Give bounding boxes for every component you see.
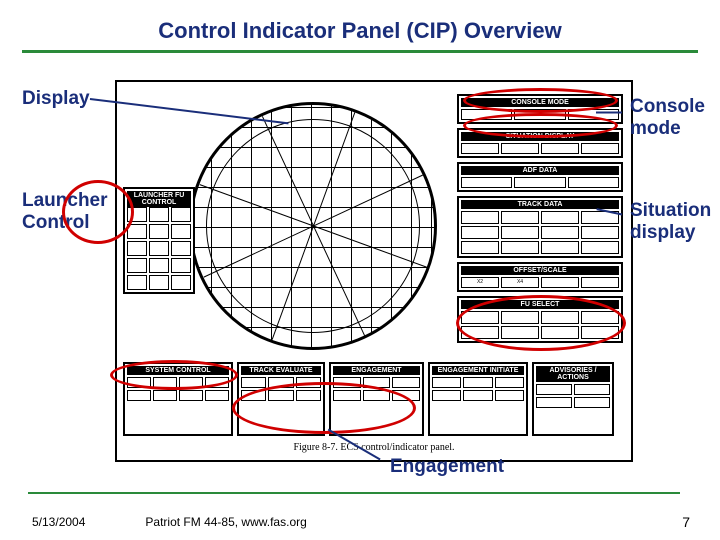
slide-footer: 5/13/2004 Patriot FM 44-85, www.fas.org …	[0, 514, 720, 530]
panel-button	[581, 226, 619, 239]
offset-scale-header: OFFSET/SCALE	[461, 266, 619, 275]
panel-button	[127, 241, 147, 256]
ring-situation-display	[463, 113, 618, 138]
panel-button	[501, 211, 539, 224]
callout-text: display	[630, 222, 695, 243]
adf-data-panel: ADF DATA	[457, 162, 623, 192]
advisories-panel: ADVISORIES / ACTIONS	[532, 362, 614, 436]
panel-button	[461, 241, 499, 254]
panel-button	[581, 241, 619, 254]
panel-button	[149, 207, 169, 222]
panel-button	[171, 258, 191, 273]
panel-button	[127, 275, 147, 290]
callout-engagement: Engagement	[390, 456, 504, 478]
footer-rule	[28, 492, 680, 494]
panel-button	[541, 277, 579, 288]
advisories-header: ADVISORIES / ACTIONS	[536, 366, 610, 382]
radar-scope	[189, 102, 437, 350]
panel-button	[149, 275, 169, 290]
adf-data-header: ADF DATA	[461, 166, 619, 175]
callout-text: mode	[630, 118, 681, 139]
engagement-initiate-panel: ENGAGEMENT INITIATE	[428, 362, 528, 436]
ring-fu-select	[456, 295, 626, 351]
panel-button	[171, 207, 191, 222]
offset-scale-panel: OFFSET/SCALE X2 X4	[457, 262, 623, 292]
panel-button	[127, 258, 147, 273]
ring-launcher	[62, 180, 134, 244]
track-data-header: TRACK DATA	[461, 200, 619, 209]
footer-credit: Patriot FM 44-85, www.fas.org	[145, 515, 306, 529]
panel-button	[171, 241, 191, 256]
panel-button	[541, 226, 579, 239]
panel-button	[581, 143, 619, 154]
panel-button	[461, 177, 512, 188]
panel-button	[149, 224, 169, 239]
panel-button	[461, 226, 499, 239]
panel-button	[581, 277, 619, 288]
panel-button	[501, 241, 539, 254]
callout-console-mode: Console mode	[630, 96, 705, 140]
callout-text: Situation	[630, 200, 711, 221]
launcher-header: LAUNCHER FU CONTROL	[127, 191, 191, 207]
title-underline	[22, 50, 698, 53]
panel-button	[541, 143, 579, 154]
track-evaluate-header: TRACK EVALUATE	[241, 366, 321, 375]
ring-system-control	[110, 360, 238, 390]
footer-page-number: 7	[682, 514, 690, 530]
panel-button: X4	[501, 277, 539, 288]
panel-button	[541, 211, 579, 224]
panel-button	[501, 226, 539, 239]
panel-button	[149, 241, 169, 256]
track-data-panel: TRACK DATA	[457, 196, 623, 258]
panel-button	[514, 177, 565, 188]
panel-button	[461, 143, 499, 154]
callout-situation-display: Situation display	[630, 200, 711, 244]
callout-display: Display	[22, 88, 90, 110]
panel-button	[501, 143, 539, 154]
callout-text: Console	[630, 96, 705, 117]
panel-button	[541, 241, 579, 254]
panel-button	[171, 224, 191, 239]
panel-button	[461, 211, 499, 224]
panel-button	[171, 275, 191, 290]
engagement-header: ENGAGEMENT	[333, 366, 420, 375]
engagement-initiate-header: ENGAGEMENT INITIATE	[432, 366, 524, 375]
leader-console	[596, 112, 622, 114]
figure-caption: Figure 8-7. ECS control/indicator panel.	[117, 442, 631, 453]
panel-button	[149, 258, 169, 273]
ring-console-mode	[463, 88, 618, 113]
ring-engagement	[232, 382, 416, 434]
panel-button	[568, 177, 619, 188]
slide-title: Control Indicator Panel (CIP) Overview	[0, 0, 720, 50]
footer-date: 5/13/2004	[32, 515, 85, 529]
panel-button: X2	[461, 277, 499, 288]
